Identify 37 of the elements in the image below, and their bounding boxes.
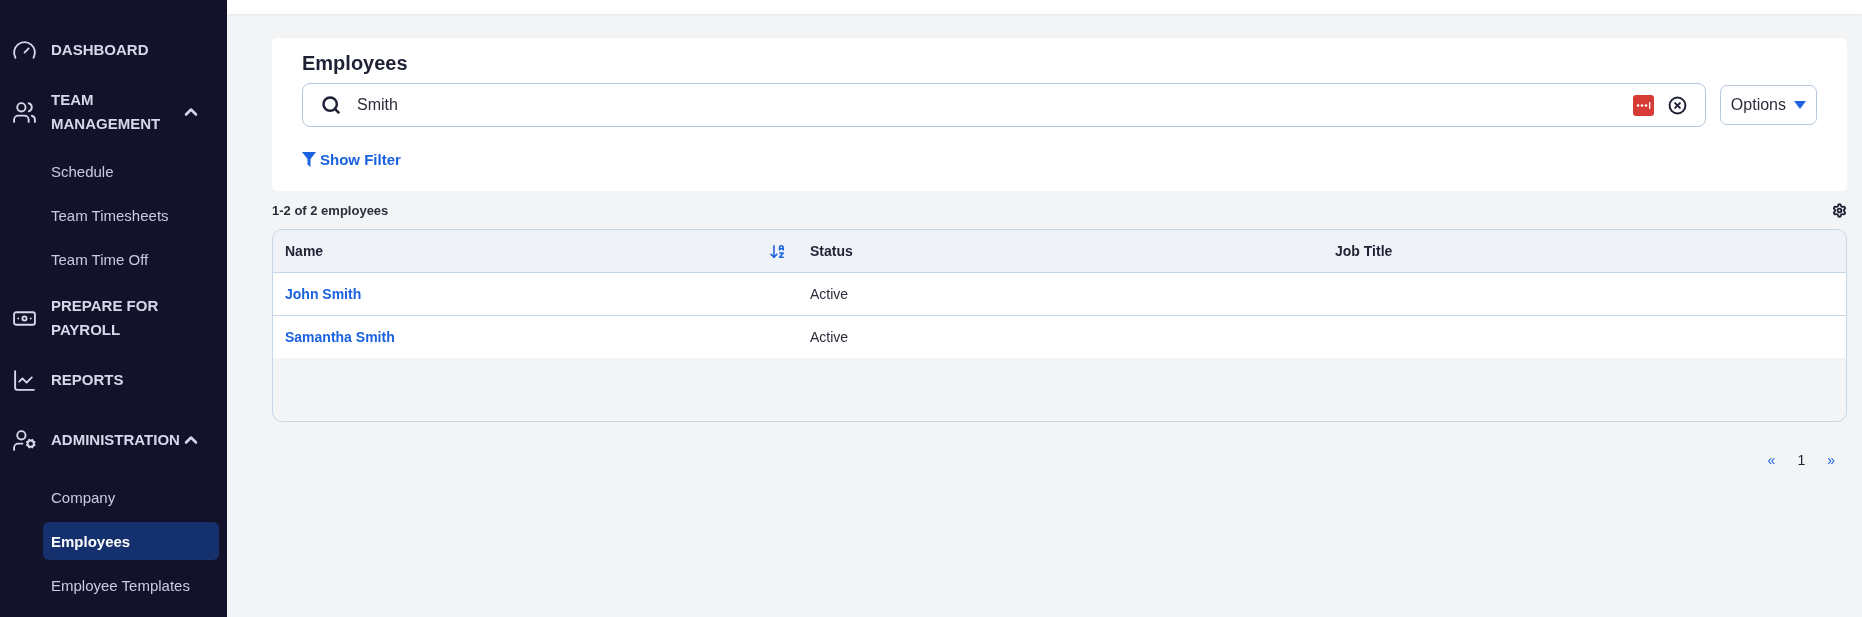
- sidebar-item[interactable]: Schedule: [43, 152, 219, 190]
- table-cell: Active: [810, 329, 849, 345]
- sidebar-item[interactable]: Company: [43, 478, 219, 516]
- sidebar-section[interactable]: ADMINISTRATION: [0, 418, 227, 462]
- filter-icon: [302, 152, 316, 167]
- sidebar-item[interactable]: Team Timesheets: [43, 196, 219, 234]
- sidebar-item[interactable]: Team Time Off: [43, 240, 219, 278]
- sidebar-section[interactable]: DASHBOARD: [0, 28, 227, 72]
- user-gear-icon: [12, 427, 37, 453]
- table-cell: Active: [810, 286, 849, 302]
- results-count: 1-2 of 2 employees: [272, 202, 389, 218]
- page-link[interactable]: 1: [1797, 452, 1806, 468]
- column-header[interactable]: Name: [273, 230, 798, 273]
- search-input[interactable]: Smith: [355, 95, 1619, 115]
- column-header[interactable]: Status: [798, 230, 1323, 273]
- search-field[interactable]: Smith: [302, 83, 1706, 127]
- previous-page-link[interactable]: «: [1767, 452, 1776, 468]
- settings-icon[interactable]: [1832, 202, 1847, 218]
- sidebar-section[interactable]: TEAM MANAGEMENT: [0, 88, 227, 136]
- options-button[interactable]: Options: [1719, 85, 1817, 125]
- people-icon: [12, 99, 37, 125]
- sidebar-item[interactable]: Employees: [43, 522, 219, 560]
- sort-icon[interactable]: [769, 242, 786, 260]
- sidebar-item[interactable]: Employee Templates: [43, 566, 219, 604]
- page-title: Employees: [302, 52, 409, 75]
- caret-icon: [1794, 101, 1806, 109]
- sidebar-section[interactable]: REPORTS: [0, 358, 227, 402]
- next-page-link[interactable]: »: [1827, 452, 1835, 468]
- employee-name-link[interactable]: John Smith: [285, 286, 362, 302]
- column-header[interactable]: Job Title: [1323, 230, 1846, 273]
- clear-icon[interactable]: [1667, 95, 1687, 115]
- chart-icon: [12, 367, 37, 393]
- employee-name-link[interactable]: Samantha Smith: [285, 329, 395, 345]
- password-manager-icon[interactable]: [1632, 94, 1654, 116]
- sidebar-section[interactable]: PREPARE FOR PAYROLL: [0, 294, 227, 342]
- search-icon: [321, 95, 341, 115]
- show-filter-link[interactable]: Show Filter: [302, 151, 401, 168]
